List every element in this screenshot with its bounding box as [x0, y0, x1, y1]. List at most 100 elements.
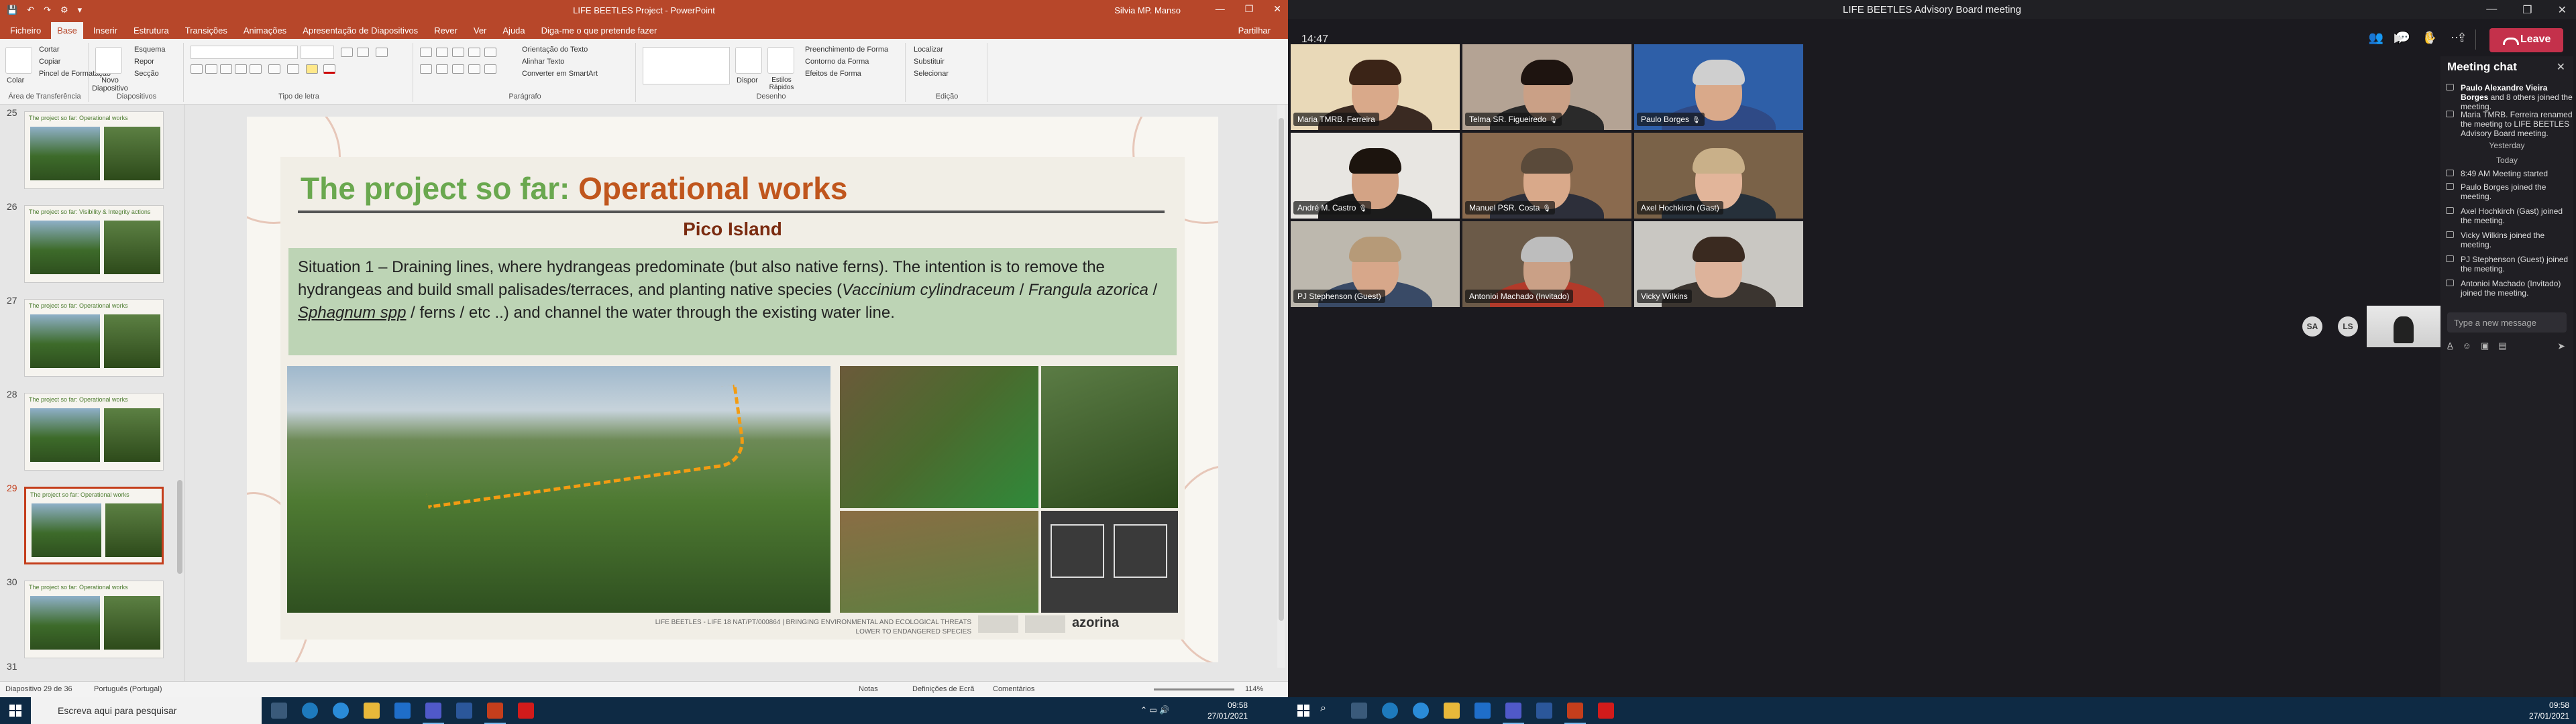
windows-start-icon[interactable]: [9, 705, 21, 717]
acrobat-icon[interactable]: [518, 703, 534, 719]
pp-user-name[interactable]: Silvia MP. Manso: [1114, 5, 1181, 15]
tab-transitions[interactable]: Transições: [179, 22, 233, 39]
microphone-icon[interactable]: 🎙: [2422, 31, 2438, 47]
outlook-icon[interactable]: [394, 703, 411, 719]
photo-hillside-trail[interactable]: [287, 366, 830, 613]
notes-button[interactable]: Notas: [859, 685, 878, 693]
tell-me-search[interactable]: Diga-me o que pretende fazer: [535, 22, 663, 39]
powerpoint-icon[interactable]: [1564, 703, 1586, 724]
camera-icon[interactable]: ▶: [2391, 31, 2407, 47]
gif-icon[interactable]: ▣: [2481, 341, 2489, 351]
video-tile[interactable]: Vicky Wilkins: [1634, 221, 1803, 307]
video-tile[interactable]: Paulo Borges 🎙: [1634, 44, 1803, 130]
display-settings-button[interactable]: Definições de Ecrã: [912, 685, 974, 693]
thumbnail-preview[interactable]: The project so far: Operational works: [24, 299, 164, 377]
scrollbar-thumb[interactable]: [177, 480, 182, 574]
highlight-icon[interactable]: [306, 64, 318, 74]
align-left-icon[interactable]: [420, 64, 432, 74]
thumbnail-preview[interactable]: The project so far: Operational works: [24, 487, 164, 564]
shape-fill-button[interactable]: Preenchimento de Forma: [805, 46, 888, 54]
decrease-indent-icon[interactable]: [452, 48, 464, 57]
close-icon[interactable]: ✕: [2558, 3, 2567, 17]
powerpoint-icon[interactable]: [484, 703, 506, 724]
file-explorer-icon[interactable]: [364, 703, 380, 719]
comments-button[interactable]: Comentários: [993, 685, 1034, 693]
maximize-icon[interactable]: ❐: [2522, 3, 2532, 17]
slide-thumbnail-31[interactable]: 31: [0, 661, 185, 681]
tab-view[interactable]: Ver: [468, 22, 493, 39]
edge-icon[interactable]: [1382, 703, 1398, 719]
video-tile[interactable]: Antonioi Machado (Invitado): [1462, 221, 1631, 307]
taskbar-clock[interactable]: 09:58 27/01/2021: [1208, 700, 1248, 721]
chat-message-input[interactable]: Type a new message: [2447, 312, 2567, 333]
bullets-icon[interactable]: [420, 48, 432, 57]
underline-icon[interactable]: [220, 64, 232, 74]
arrange-button[interactable]: Dispor: [737, 76, 758, 84]
slide-thumbnail-29[interactable]: 29 The project so far: Operational works: [0, 483, 185, 577]
photo-wooden-terraces[interactable]: [840, 511, 1038, 613]
emoji-icon[interactable]: ☺: [2463, 341, 2471, 351]
font-name-field[interactable]: [191, 46, 298, 59]
format-icon[interactable]: A̲: [2447, 341, 2453, 351]
change-case-icon[interactable]: [287, 64, 299, 74]
columns-icon[interactable]: [484, 64, 496, 74]
editor-scrollbar[interactable]: [1277, 105, 1285, 668]
photo-forest-terrace[interactable]: [1041, 366, 1178, 508]
photo-icons[interactable]: [1041, 511, 1178, 613]
thumbnail-preview[interactable]: The project so far: Operational works: [24, 581, 164, 658]
share-screen-icon[interactable]: ⇪: [2454, 31, 2470, 47]
slide-body-text[interactable]: Situation 1 – Draining lines, where hydr…: [288, 248, 1177, 355]
task-view-icon[interactable]: [1351, 703, 1367, 719]
shape-effects-button[interactable]: Efeitos de Forma: [805, 70, 861, 78]
close-icon[interactable]: ✕: [1273, 3, 1281, 15]
thumbnail-preview[interactable]: The project so far: Operational works: [24, 111, 164, 189]
italic-icon[interactable]: [205, 64, 217, 74]
language-indicator[interactable]: Português (Portugal): [94, 685, 162, 693]
task-view-icon[interactable]: [271, 703, 287, 719]
slide-thumbnail-26[interactable]: 26 The project so far: Visibility & Inte…: [0, 201, 185, 295]
line-spacing-icon[interactable]: [484, 48, 496, 57]
zoom-level[interactable]: 114%: [1245, 685, 1263, 693]
bold-icon[interactable]: [191, 64, 203, 74]
shadow-icon[interactable]: [250, 64, 262, 74]
edge-icon[interactable]: [302, 703, 318, 719]
select-button[interactable]: Selecionar: [914, 70, 949, 78]
minimize-icon[interactable]: —: [2486, 3, 2497, 17]
windows-start-icon[interactable]: [1297, 705, 1309, 717]
cut-button[interactable]: Cortar: [39, 46, 60, 54]
participants-icon[interactable]: 👥: [2368, 31, 2384, 47]
shape-outline-button[interactable]: Contorno da Forma: [805, 58, 869, 66]
tab-design[interactable]: Estrutura: [127, 22, 175, 39]
zoom-slider[interactable]: [1154, 688, 1234, 690]
current-slide[interactable]: The project so far: Operational works Pi…: [247, 117, 1218, 662]
smartart-button[interactable]: Converter em SmartArt: [522, 70, 598, 78]
scrollbar-thumb[interactable]: [1279, 118, 1284, 621]
photo-palisade-water[interactable]: [840, 366, 1038, 508]
self-preview-video[interactable]: [2367, 306, 2442, 347]
quick-styles-icon[interactable]: [767, 47, 794, 74]
reset-button[interactable]: Repor: [134, 58, 154, 66]
strikethrough-icon[interactable]: [235, 64, 247, 74]
tab-file[interactable]: Ficheiro: [4, 22, 47, 39]
slide-thumbnail-25[interactable]: 25 The project so far: Operational works: [0, 107, 185, 201]
numbering-icon[interactable]: [436, 48, 448, 57]
align-text-button[interactable]: Alinhar Texto: [522, 58, 564, 66]
system-tray-icons[interactable]: ⌃ ▭ 🔊: [1140, 705, 1169, 715]
video-tile[interactable]: PJ Stephenson (Guest): [1291, 221, 1460, 307]
font-size-field[interactable]: [301, 46, 334, 59]
tab-slideshow[interactable]: Apresentação de Diapositivos: [297, 22, 424, 39]
video-tile[interactable]: Maria TMRB. Ferreira: [1291, 44, 1460, 130]
file-explorer-icon[interactable]: [1444, 703, 1460, 719]
taskbar-search[interactable]: Escreva aqui para pesquisar: [31, 697, 262, 724]
shapes-gallery[interactable]: [643, 47, 730, 84]
text-direction-button[interactable]: Orientação do Texto: [522, 46, 588, 54]
tab-insert[interactable]: Inserir: [87, 22, 123, 39]
tab-animations[interactable]: Animações: [237, 22, 292, 39]
sticker-icon[interactable]: ▤: [2498, 341, 2506, 351]
tab-home[interactable]: Base: [51, 22, 83, 39]
leave-button[interactable]: Leave: [2489, 28, 2563, 52]
font-color-icon[interactable]: [323, 64, 335, 74]
teams-icon[interactable]: [423, 703, 444, 724]
teams-icon[interactable]: [1503, 703, 1524, 724]
edge-legacy-icon[interactable]: [333, 703, 349, 719]
